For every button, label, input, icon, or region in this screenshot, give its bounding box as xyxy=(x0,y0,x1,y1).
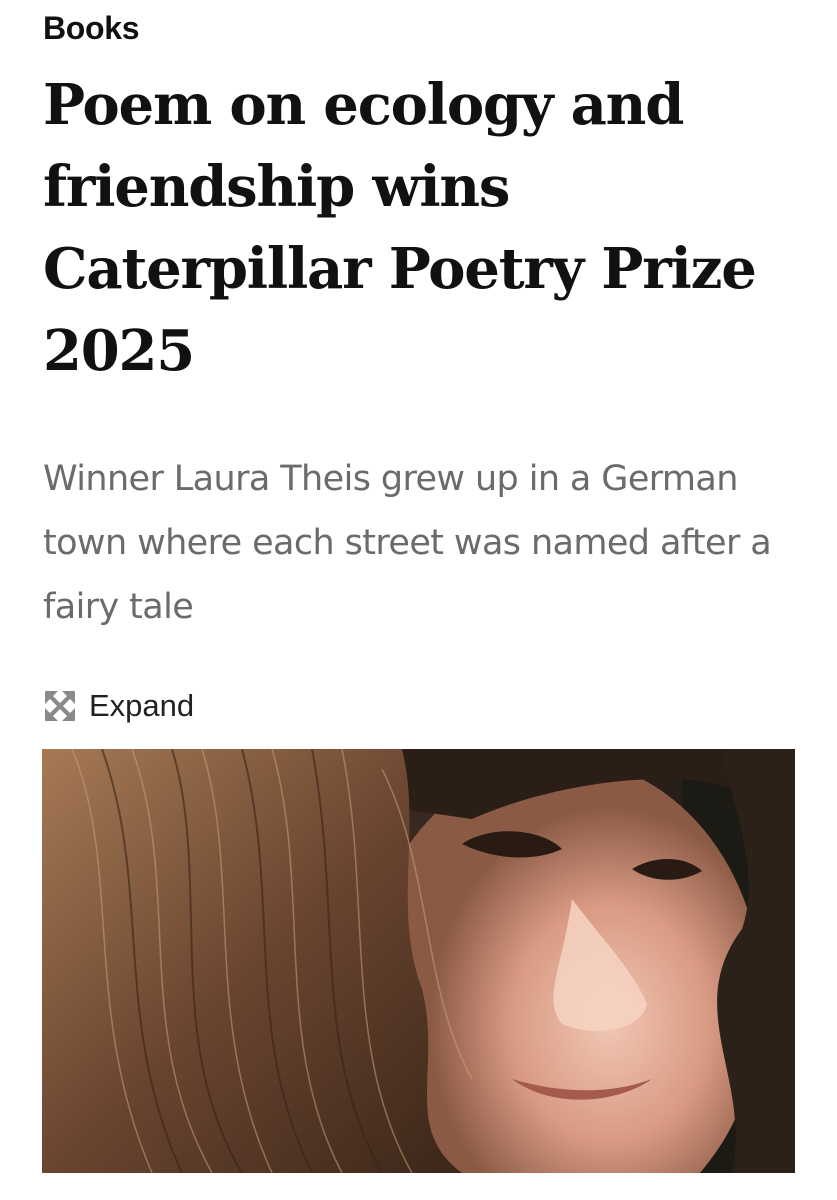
article-standfirst: Winner Laura Theis grew up in a German t… xyxy=(43,459,772,627)
expand-arrows-icon xyxy=(45,691,75,721)
article-headline: Poem on ecology and friendship wins Cate… xyxy=(43,72,757,384)
expand-button[interactable]: Expand xyxy=(43,684,194,728)
expand-label: Expand xyxy=(89,688,195,723)
article-photo xyxy=(42,749,795,1173)
section-label[interactable]: Books xyxy=(43,8,140,48)
